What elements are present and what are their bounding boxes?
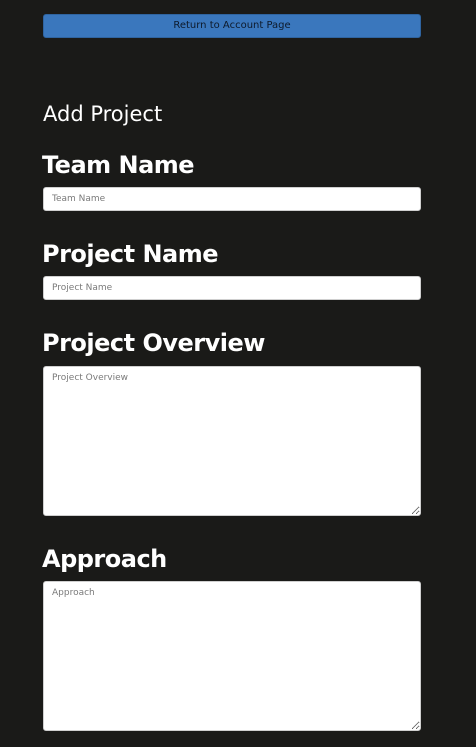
form-title: Add Project bbox=[43, 102, 163, 126]
approach-label: Approach bbox=[42, 545, 167, 573]
project-overview-label: Project Overview bbox=[42, 329, 265, 357]
team-name-label: Team Name bbox=[42, 151, 195, 179]
team-name-input[interactable] bbox=[43, 187, 421, 211]
page: Return to Account Page Add Project Team … bbox=[0, 0, 476, 747]
return-to-account-button[interactable]: Return to Account Page bbox=[43, 14, 421, 38]
project-overview-textarea[interactable] bbox=[43, 366, 421, 516]
project-name-input[interactable] bbox=[43, 276, 421, 300]
approach-textarea[interactable] bbox=[43, 581, 421, 731]
project-name-label: Project Name bbox=[42, 240, 219, 268]
